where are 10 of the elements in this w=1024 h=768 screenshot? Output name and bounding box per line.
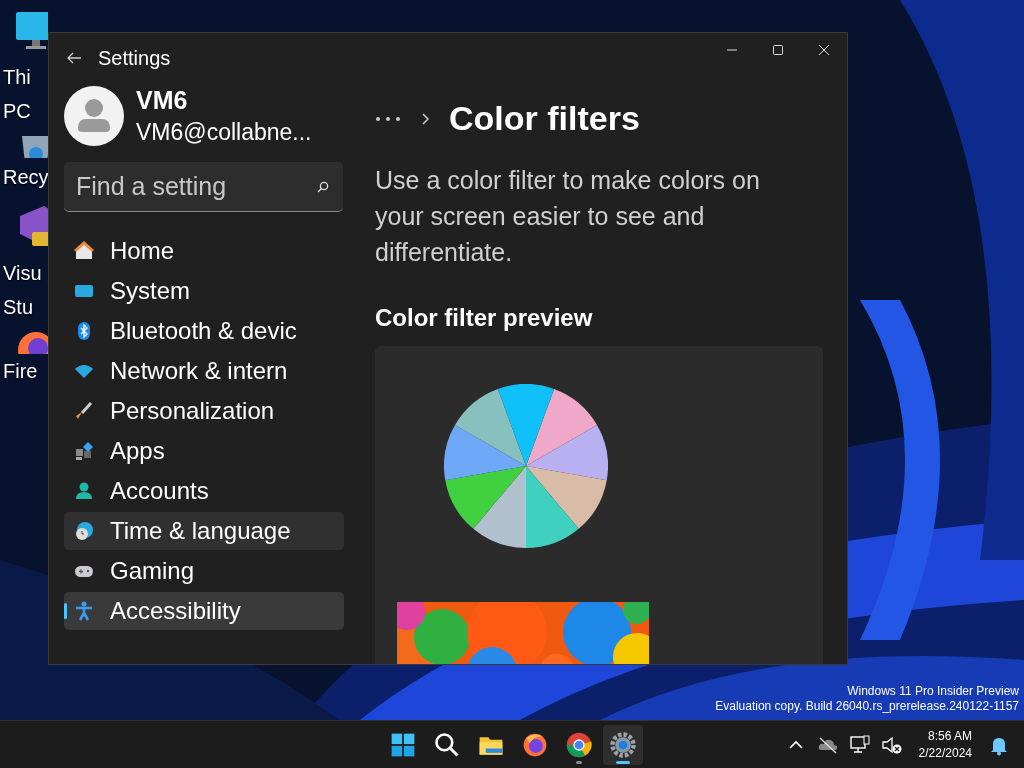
taskbar-button[interactable] xyxy=(603,725,643,765)
windows-logo-icon xyxy=(389,731,417,759)
search-icon xyxy=(433,731,461,759)
network-icon[interactable] xyxy=(848,734,871,756)
browser-icon xyxy=(565,731,593,759)
clock-date[interactable]: 2/22/2024 xyxy=(918,745,972,762)
settings-icon xyxy=(609,731,637,759)
volume-muted-icon[interactable] xyxy=(880,734,903,756)
clock-time[interactable]: 8:56 AM xyxy=(927,728,972,745)
browser-icon xyxy=(521,731,549,759)
